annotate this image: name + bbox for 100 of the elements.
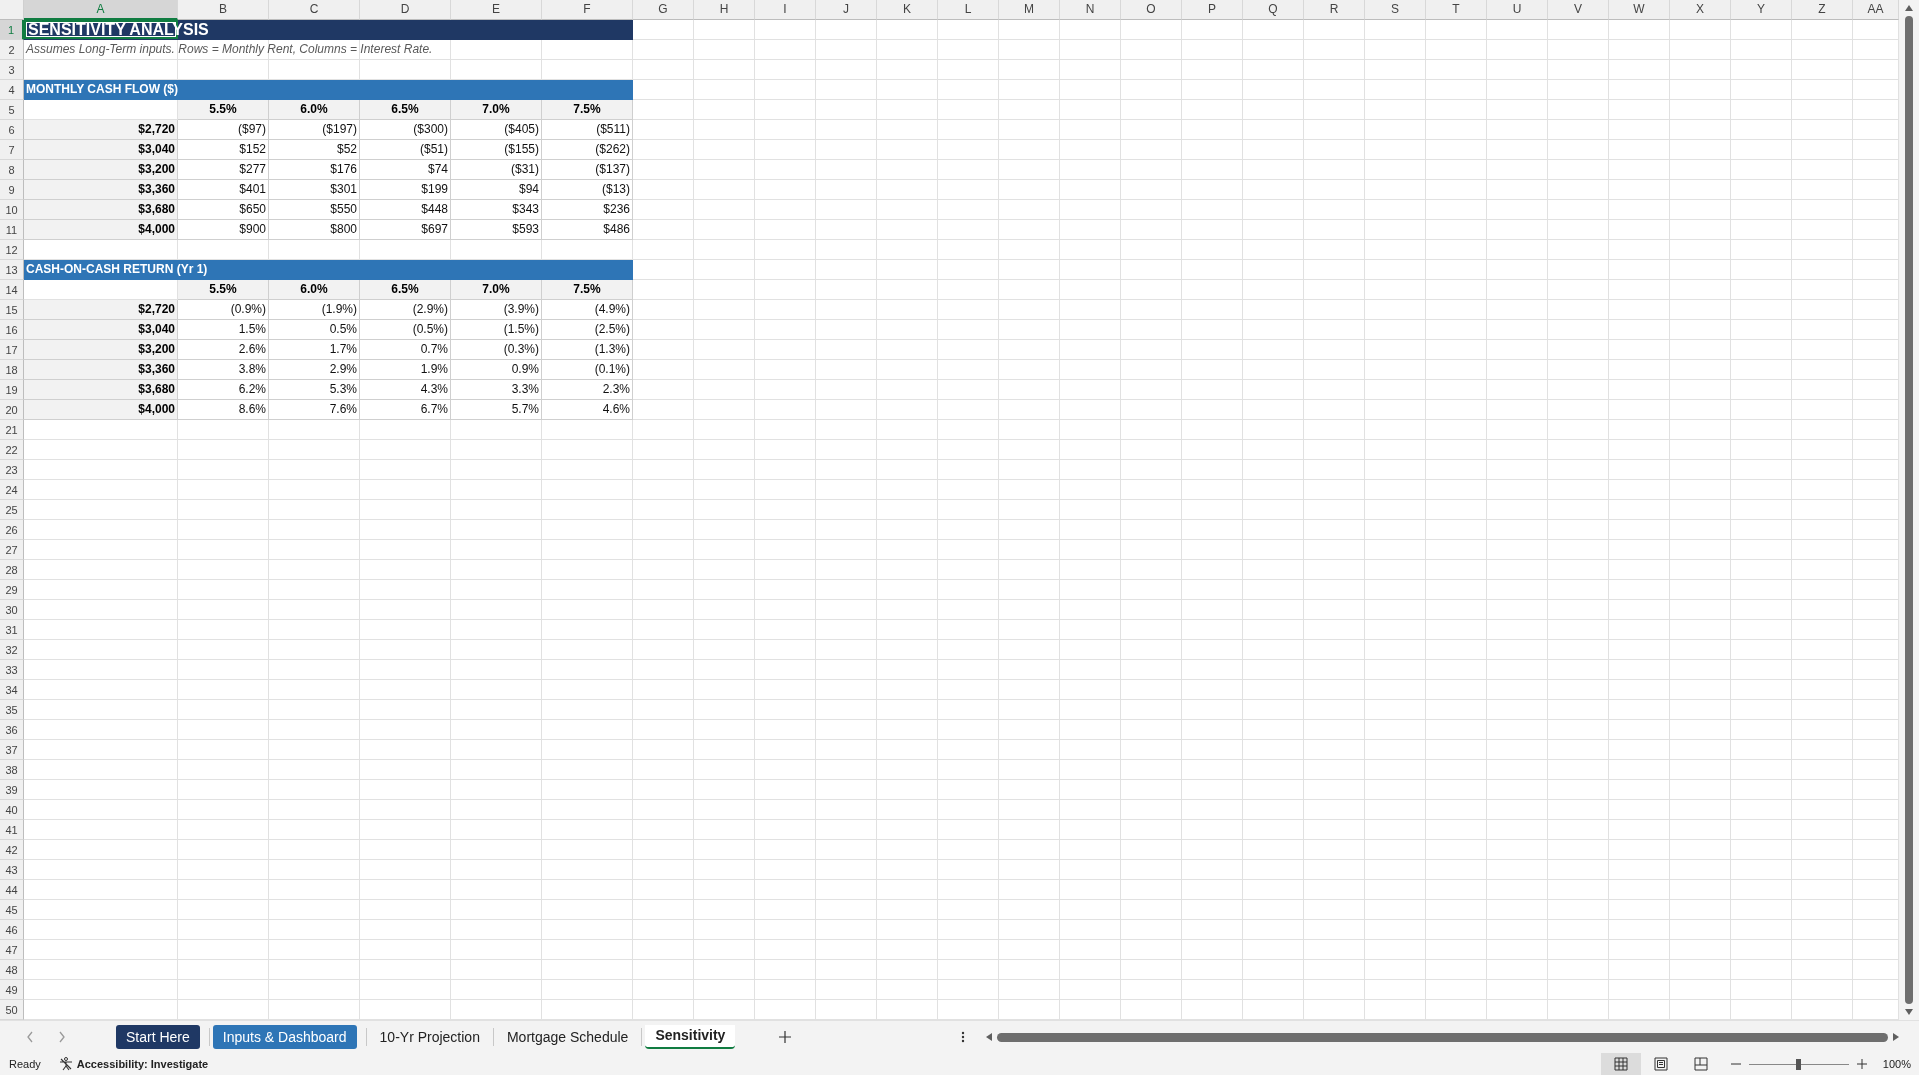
row-header[interactable]: 47 bbox=[0, 940, 24, 960]
row-header[interactable]: 39 bbox=[0, 780, 24, 800]
column-header[interactable]: L bbox=[938, 0, 999, 20]
row-header[interactable]: 40 bbox=[0, 800, 24, 820]
column-header[interactable]: AA bbox=[1853, 0, 1899, 20]
column-header[interactable]: V bbox=[1548, 0, 1609, 20]
row-header[interactable]: 1 bbox=[0, 20, 24, 40]
row-header[interactable]: 36 bbox=[0, 720, 24, 740]
row-header[interactable]: 18 bbox=[0, 360, 24, 380]
row-header[interactable]: 34 bbox=[0, 680, 24, 700]
row-header[interactable]: 29 bbox=[0, 580, 24, 600]
row-header[interactable]: 12 bbox=[0, 240, 24, 260]
column-header[interactable]: G bbox=[633, 0, 694, 20]
scrollbar-thumb[interactable] bbox=[997, 1032, 1888, 1042]
column-header[interactable]: Z bbox=[1792, 0, 1853, 20]
column-header[interactable]: T bbox=[1426, 0, 1487, 20]
column-header[interactable]: I bbox=[755, 0, 816, 20]
row-header[interactable]: 28 bbox=[0, 560, 24, 580]
column-label: 7.5% bbox=[542, 280, 633, 300]
row-header[interactable]: 49 bbox=[0, 980, 24, 1000]
row-header[interactable]: 10 bbox=[0, 200, 24, 220]
row-header[interactable]: 8 bbox=[0, 160, 24, 180]
zoom-level[interactable]: 100% bbox=[1867, 1058, 1919, 1070]
sheet-tab[interactable]: 10-Yr Projection bbox=[369, 1025, 490, 1049]
next-sheet-icon[interactable] bbox=[58, 1031, 66, 1043]
row-header[interactable]: 19 bbox=[0, 380, 24, 400]
column-header[interactable]: S bbox=[1365, 0, 1426, 20]
column-header[interactable]: D bbox=[360, 0, 451, 20]
row-header[interactable]: 15 bbox=[0, 300, 24, 320]
row-header[interactable]: 48 bbox=[0, 960, 24, 980]
row-header[interactable]: 31 bbox=[0, 620, 24, 640]
row-header[interactable]: 32 bbox=[0, 640, 24, 660]
accessibility-button[interactable]: Accessibility: Investigate bbox=[58, 1057, 209, 1071]
row-header[interactable]: 21 bbox=[0, 420, 24, 440]
row-header[interactable]: 7 bbox=[0, 140, 24, 160]
row-header[interactable]: 25 bbox=[0, 500, 24, 520]
column-header[interactable]: U bbox=[1487, 0, 1548, 20]
row-header[interactable]: 23 bbox=[0, 460, 24, 480]
row-header[interactable]: 37 bbox=[0, 740, 24, 760]
row-header[interactable]: 42 bbox=[0, 840, 24, 860]
column-header[interactable]: C bbox=[269, 0, 360, 20]
column-header[interactable]: H bbox=[694, 0, 755, 20]
scroll-down-icon[interactable] bbox=[1904, 1008, 1914, 1016]
column-header[interactable]: A bbox=[24, 0, 178, 20]
row-header[interactable]: 43 bbox=[0, 860, 24, 880]
row-header[interactable]: 20 bbox=[0, 400, 24, 420]
add-sheet-icon[interactable] bbox=[779, 1031, 792, 1043]
row-header[interactable]: 6 bbox=[0, 120, 24, 140]
table-cell: $199 bbox=[360, 180, 451, 200]
row-header[interactable]: 27 bbox=[0, 540, 24, 560]
row-header[interactable]: 2 bbox=[0, 40, 24, 60]
scroll-right-icon[interactable] bbox=[1892, 1032, 1900, 1042]
scroll-up-icon[interactable] bbox=[1904, 4, 1914, 12]
column-header[interactable]: W bbox=[1609, 0, 1670, 20]
column-header[interactable]: O bbox=[1121, 0, 1182, 20]
row-header[interactable]: 26 bbox=[0, 520, 24, 540]
row-header[interactable]: 22 bbox=[0, 440, 24, 460]
column-header[interactable]: R bbox=[1304, 0, 1365, 20]
row-header[interactable]: 41 bbox=[0, 820, 24, 840]
row-header[interactable]: 38 bbox=[0, 760, 24, 780]
column-header[interactable]: K bbox=[877, 0, 938, 20]
row-header[interactable]: 45 bbox=[0, 900, 24, 920]
column-header[interactable]: Q bbox=[1243, 0, 1304, 20]
row-header[interactable]: 46 bbox=[0, 920, 24, 940]
row-header[interactable]: 11 bbox=[0, 220, 24, 240]
row-header[interactable]: 35 bbox=[0, 700, 24, 720]
zoom-slider-thumb[interactable] bbox=[1796, 1058, 1801, 1070]
column-header[interactable]: N bbox=[1060, 0, 1121, 20]
more-options-icon[interactable] bbox=[961, 1031, 965, 1043]
row-header[interactable]: 13 bbox=[0, 260, 24, 280]
row-header[interactable]: 17 bbox=[0, 340, 24, 360]
column-header[interactable]: J bbox=[816, 0, 877, 20]
row-header[interactable]: 5 bbox=[0, 100, 24, 120]
column-header[interactable]: F bbox=[542, 0, 633, 20]
sheet-tab[interactable]: Inputs & Dashboard bbox=[212, 1025, 357, 1049]
column-header[interactable]: Y bbox=[1731, 0, 1792, 20]
scrollbar-thumb[interactable] bbox=[1905, 16, 1913, 1004]
row-header[interactable]: 50 bbox=[0, 1000, 24, 1020]
scroll-left-icon[interactable] bbox=[985, 1032, 993, 1042]
sheet-tab[interactable]: Start Here bbox=[116, 1025, 200, 1049]
row-header[interactable]: 4 bbox=[0, 80, 24, 100]
previous-sheet-icon[interactable] bbox=[26, 1031, 34, 1043]
column-header[interactable]: M bbox=[999, 0, 1060, 20]
row-header[interactable]: 33 bbox=[0, 660, 24, 680]
zoom-in-icon[interactable] bbox=[1857, 1059, 1867, 1069]
column-header[interactable]: X bbox=[1670, 0, 1731, 20]
sheet-tab[interactable]: Mortgage Schedule bbox=[496, 1025, 639, 1049]
row-header[interactable]: 3 bbox=[0, 60, 24, 80]
row-header[interactable]: 30 bbox=[0, 600, 24, 620]
sheet-tab[interactable]: Sensitivity bbox=[645, 1025, 736, 1049]
column-header[interactable]: P bbox=[1182, 0, 1243, 20]
row-header[interactable]: 9 bbox=[0, 180, 24, 200]
row-label: $4,000 bbox=[24, 220, 178, 240]
row-header[interactable]: 24 bbox=[0, 480, 24, 500]
column-header[interactable]: B bbox=[178, 0, 269, 20]
view-button[interactable] bbox=[1601, 1053, 1641, 1075]
row-header[interactable]: 14 bbox=[0, 280, 24, 300]
column-header[interactable]: E bbox=[451, 0, 542, 20]
row-header[interactable]: 44 bbox=[0, 880, 24, 900]
row-header[interactable]: 16 bbox=[0, 320, 24, 340]
